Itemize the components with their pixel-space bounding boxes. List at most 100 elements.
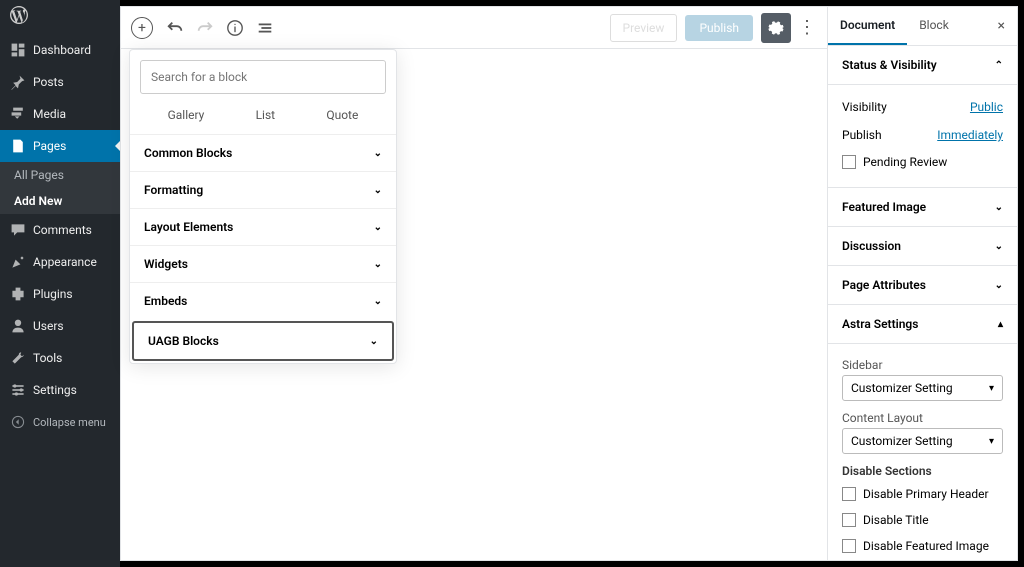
astra-sidebar-select[interactable]: Customizer Setting▾ bbox=[842, 375, 1003, 401]
editor-main: + Preview Publish ⋮ Gallery List Quote bbox=[121, 7, 827, 560]
chevron-down-icon: ⌄ bbox=[374, 222, 382, 233]
admin-sidebar: Dashboard Posts Media Pages All Pages Ad… bbox=[0, 0, 120, 567]
sidebar-item-label: Dashboard bbox=[33, 43, 91, 57]
chevron-down-icon: ⌄ bbox=[370, 336, 378, 347]
more-options-button[interactable]: ⋮ bbox=[797, 13, 817, 43]
collapse-menu-button[interactable]: Collapse menu bbox=[0, 406, 120, 438]
collapse-label: Collapse menu bbox=[33, 416, 106, 429]
outline-button[interactable] bbox=[251, 14, 279, 42]
chevron-down-icon: ⌄ bbox=[374, 148, 382, 159]
inserter-tab-gallery[interactable]: Gallery bbox=[160, 104, 213, 126]
sidebar-item-label: Plugins bbox=[33, 287, 73, 301]
redo-button[interactable] bbox=[191, 14, 219, 42]
sidebar-item-users[interactable]: Users bbox=[0, 310, 120, 342]
tab-document[interactable]: Document bbox=[828, 7, 907, 45]
chevron-down-icon: ▾ bbox=[989, 383, 994, 394]
inserter-tab-list[interactable]: List bbox=[248, 104, 284, 126]
sidebar-item-label: Tools bbox=[33, 351, 62, 365]
sidebar-item-tools[interactable]: Tools bbox=[0, 342, 120, 374]
chevron-down-icon: ⌄ bbox=[995, 241, 1003, 252]
pin-icon bbox=[10, 74, 26, 90]
add-block-button[interactable]: + bbox=[131, 17, 153, 39]
checkbox-icon bbox=[842, 539, 856, 553]
plugins-icon bbox=[10, 286, 26, 302]
checkbox-icon bbox=[842, 155, 856, 169]
users-icon bbox=[10, 318, 26, 334]
sidebar-item-media[interactable]: Media bbox=[0, 98, 120, 130]
sidebar-item-label: Appearance bbox=[33, 255, 97, 269]
inserter-tab-quote[interactable]: Quote bbox=[318, 104, 366, 126]
sidebar-item-dashboard[interactable]: Dashboard bbox=[0, 34, 120, 66]
category-common-blocks[interactable]: Common Blocks⌄ bbox=[130, 134, 396, 171]
disable-featured-image-checkbox[interactable]: Disable Featured Image bbox=[842, 533, 1003, 559]
sidebar-item-label: Posts bbox=[33, 75, 64, 89]
chevron-down-icon: ▾ bbox=[989, 436, 994, 447]
pending-review-checkbox[interactable]: Pending Review bbox=[842, 149, 1003, 175]
undo-button[interactable] bbox=[161, 14, 189, 42]
chevron-down-icon: ⌄ bbox=[374, 259, 382, 270]
chevron-down-icon: ⌄ bbox=[374, 296, 382, 307]
sidebar-item-label: Settings bbox=[33, 383, 77, 397]
sidebar-item-comments[interactable]: Comments bbox=[0, 214, 120, 246]
preview-button[interactable]: Preview bbox=[610, 14, 678, 42]
close-panel-button[interactable]: × bbox=[986, 7, 1017, 45]
appearance-icon bbox=[10, 254, 26, 270]
astra-content-select[interactable]: Customizer Setting▾ bbox=[842, 428, 1003, 454]
page-icon bbox=[10, 138, 26, 154]
section-featured-image[interactable]: Featured Image⌄ bbox=[828, 188, 1017, 227]
comments-icon bbox=[10, 222, 26, 238]
visibility-value[interactable]: Public bbox=[970, 100, 1003, 114]
visibility-label: Visibility bbox=[842, 100, 887, 114]
disable-footer-bar-checkbox[interactable]: Disable Footer Bar bbox=[842, 559, 1003, 560]
settings-tabs: Document Block × bbox=[828, 7, 1017, 46]
category-widgets[interactable]: Widgets⌄ bbox=[130, 245, 396, 282]
astra-sidebar-label: Sidebar bbox=[842, 352, 1003, 375]
disable-primary-header-checkbox[interactable]: Disable Primary Header bbox=[842, 481, 1003, 507]
tools-icon bbox=[10, 350, 26, 366]
settings-toggle-button[interactable] bbox=[761, 13, 791, 43]
section-discussion[interactable]: Discussion⌄ bbox=[828, 227, 1017, 266]
chevron-up-icon: ⌃ bbox=[995, 60, 1003, 71]
settings-icon bbox=[10, 382, 26, 398]
sidebar-item-plugins[interactable]: Plugins bbox=[0, 278, 120, 310]
section-status-visibility[interactable]: Status & Visibility ⌃ bbox=[828, 46, 1017, 85]
block-inserter-popover: Gallery List Quote Common Blocks⌄ Format… bbox=[129, 49, 397, 364]
dashboard-icon bbox=[10, 42, 26, 58]
sidebar-item-appearance[interactable]: Appearance bbox=[0, 246, 120, 278]
category-embeds[interactable]: Embeds⌄ bbox=[130, 282, 396, 319]
disable-title-checkbox[interactable]: Disable Title bbox=[842, 507, 1003, 533]
media-icon bbox=[10, 106, 26, 122]
chevron-down-icon: ⌄ bbox=[995, 202, 1003, 213]
inserter-tab-row: Gallery List Quote bbox=[130, 104, 396, 134]
sidebar-subitem-all-pages[interactable]: All Pages bbox=[0, 162, 120, 188]
sidebar-item-pages[interactable]: Pages bbox=[0, 130, 120, 162]
checkbox-icon bbox=[842, 487, 856, 501]
wordpress-logo-icon[interactable] bbox=[0, 0, 120, 34]
astra-content-label: Content Layout bbox=[842, 405, 1003, 428]
sidebar-item-label: Users bbox=[33, 319, 64, 333]
inserter-categories[interactable]: Common Blocks⌄ Formatting⌄ Layout Elemen… bbox=[130, 134, 396, 363]
sidebar-item-label: Pages bbox=[33, 139, 66, 153]
publish-value[interactable]: Immediately bbox=[937, 128, 1003, 142]
editor-canvas[interactable]: Gallery List Quote Common Blocks⌄ Format… bbox=[121, 49, 827, 560]
sidebar-item-settings[interactable]: Settings bbox=[0, 374, 120, 406]
editor-topbar: + Preview Publish ⋮ bbox=[121, 7, 827, 49]
block-search-input[interactable] bbox=[140, 60, 386, 94]
section-page-attributes[interactable]: Page Attributes⌄ bbox=[828, 266, 1017, 305]
info-button[interactable] bbox=[221, 14, 249, 42]
tab-block[interactable]: Block bbox=[907, 7, 961, 45]
collapse-icon bbox=[10, 414, 26, 430]
editor-frame: + Preview Publish ⋮ Gallery List Quote bbox=[120, 6, 1018, 561]
category-layout-elements[interactable]: Layout Elements⌄ bbox=[130, 208, 396, 245]
category-formatting[interactable]: Formatting⌄ bbox=[130, 171, 396, 208]
section-astra-settings[interactable]: Astra Settings▴ bbox=[828, 305, 1017, 344]
status-body: Visibility Public Publish Immediately Pe… bbox=[828, 85, 1017, 188]
category-uagb-blocks[interactable]: UAGB Blocks⌄ bbox=[132, 321, 394, 361]
chevron-down-icon: ⌄ bbox=[374, 185, 382, 196]
publish-button[interactable]: Publish bbox=[685, 15, 753, 41]
sidebar-item-label: Media bbox=[33, 107, 66, 121]
sidebar-item-posts[interactable]: Posts bbox=[0, 66, 120, 98]
sidebar-subitem-add-new[interactable]: Add New bbox=[0, 188, 120, 214]
chevron-down-icon: ⌄ bbox=[995, 280, 1003, 291]
settings-panel: Document Block × Status & Visibility ⌃ V… bbox=[827, 7, 1017, 560]
